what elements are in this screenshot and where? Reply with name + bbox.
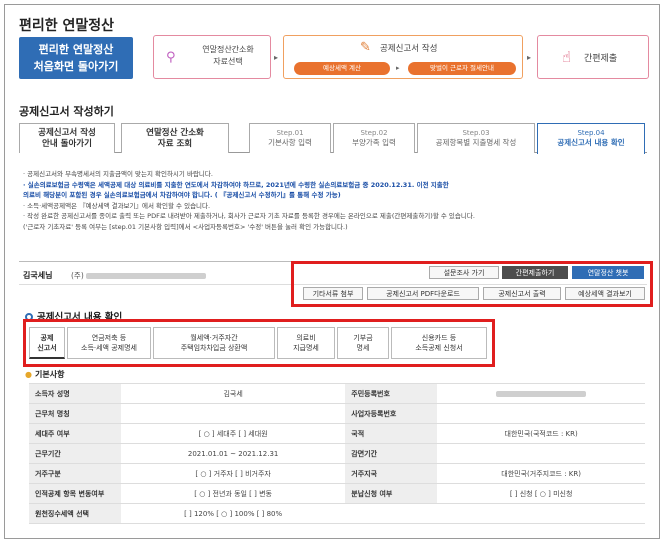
field-label: 인적공제 항목 변동여부: [29, 483, 121, 504]
table-row: 인적공제 항목 변동여부 [ ○ ] 전년과 동일 [ ] 변동 분납신청 여부…: [29, 483, 645, 504]
basic-info-title: ● 기본사항: [25, 369, 64, 380]
tab-back-to-guide[interactable]: 공제신고서 작성 안내 돌아가기: [19, 123, 115, 153]
masked-value: [496, 390, 587, 397]
field-value: [ ] 120% [ ○ ] 100% [ ] 80%: [121, 503, 346, 524]
expected-tax-pill[interactable]: 예상세액 계산: [294, 62, 390, 75]
dot-bullet-icon: ●: [25, 370, 32, 379]
step2-title: 공제신고서 작성: [380, 44, 438, 54]
field-label: 분납신청 여부: [345, 483, 438, 504]
notice-line: · 작성 완료한 공제신고서를 종이로 출력 또는 PDF로 내려받아 제출하거…: [23, 212, 475, 220]
field-value: [ ○ ] 세대주 [ ] 세대원: [121, 423, 346, 444]
tab-step-label: 부양가족 입력: [352, 138, 396, 147]
empty-cell: [345, 503, 438, 524]
app-frame: 편리한 연말정산 편리한 연말정산 처음화면 돌아가기 ⚲ 연말정산간소화 자료…: [4, 4, 660, 539]
step3-title: 간편제출: [584, 54, 618, 64]
tab-line1: 공제신고서 작성: [38, 128, 96, 138]
company-name: (주): [71, 270, 207, 281]
tab-line2: 자료 조회: [157, 139, 193, 149]
tab-step4[interactable]: Step.04 공제신고서 내용 확인: [537, 123, 645, 154]
step-quick-submit[interactable]: ☝ 간편제출: [537, 35, 649, 79]
app-title: 편리한 연말정산: [19, 18, 115, 34]
tab-step-label: 공제신고서 내용 확인: [557, 138, 625, 147]
table-row: 거주구분 [ ○ ] 거주자 [ ] 비거주자 거주지국 대한민국(거주지코드 …: [29, 463, 645, 484]
notice-line-emphasis: 의료비 해당분이 포함된 경우 실손의료보험금에서 차감하여야 합니다. ( 『…: [23, 191, 341, 199]
basic-info-table: 소득자 성명 김국세 주민등록번호 근무처 명칭 사업자등록번호 세대주 여부 …: [29, 383, 645, 524]
table-row: 근무기간 2021.01.01 ~ 2021.12.31 감면기간: [29, 443, 645, 464]
tab-step3[interactable]: Step.03 공제항목별 지출명세 작성: [417, 123, 535, 153]
tab-step-num: Step.04: [577, 129, 605, 137]
field-label: 소득자 성명: [29, 383, 121, 404]
tab-step2[interactable]: Step.02 부양가족 입력: [333, 123, 415, 153]
field-label: 거주구분: [29, 463, 121, 484]
field-label: 거주지국: [345, 463, 438, 484]
tab-step-num: Step.02: [360, 129, 388, 137]
empty-cell: [437, 503, 645, 524]
field-value: 김국세: [121, 383, 346, 404]
field-label: 근무기간: [29, 443, 121, 464]
step1-line2: 자료선택: [213, 57, 243, 66]
pencil-form-icon: ✎: [360, 40, 371, 55]
arrow-right-icon: ▸: [527, 53, 532, 62]
tab-simplified-data[interactable]: 연말정산 간소화 자료 조회: [121, 123, 229, 153]
highlight-box-subtabs: [23, 319, 495, 367]
field-label: 근무처 명칭: [29, 403, 121, 424]
company-prefix: (주): [71, 271, 84, 280]
field-value: 대한민국(거주지코드 : KR): [437, 463, 645, 484]
notice-line: · 공제신고서와 부속명세서의 지출금액이 맞는지 확인하시기 바랍니다.: [23, 170, 213, 178]
field-label: 사업자등록번호: [345, 403, 438, 424]
step-write-form[interactable]: ✎ 공제신고서 작성 예상세액 계산 ▸ 맞벌이 근로자 절세안내: [283, 35, 523, 79]
arrow-right-icon: ▸: [274, 53, 279, 62]
tab-line2: 안내 돌아가기: [42, 139, 92, 149]
basic-info-title-text: 기본사항: [34, 370, 65, 379]
magnifier-icon: ⚲: [166, 50, 176, 65]
field-value: [ ○ ] 거주자 [ ] 비거주자: [121, 463, 346, 484]
arrow-right-icon: ▸: [396, 64, 400, 72]
table-row: 근무처 명칭 사업자등록번호: [29, 403, 645, 424]
step1-line1: 연말정산간소화: [202, 45, 254, 54]
tab-line1: 연말정산 간소화: [146, 128, 204, 138]
table-row: 원천징수세액 선택 [ ] 120% [ ○ ] 100% [ ] 80%: [29, 503, 645, 524]
field-label: 감면기간: [345, 443, 438, 464]
user-name: 김국세님: [23, 271, 53, 280]
tab-step1[interactable]: Step.01 기본사항 입력: [249, 123, 331, 153]
home-button[interactable]: 편리한 연말정산 처음화면 돌아가기: [19, 37, 133, 79]
notice-line: · 소득·세액공제액은 『예상세액 결과보기』에서 확인할 수 있습니다.: [23, 201, 211, 210]
field-label: 원천징수세액 선택: [29, 503, 121, 524]
field-label: 주민등록번호: [345, 383, 438, 404]
form-tabs: 공제신고서 작성 안내 돌아가기 연말정산 간소화 자료 조회 Step.01 …: [19, 123, 647, 154]
notice-box: · 공제신고서와 부속명세서의 지출금액이 맞는지 확인하시기 바랍니다. · …: [23, 169, 643, 232]
pointer-hand-icon: ☝: [562, 48, 572, 66]
table-row: 소득자 성명 김국세 주민등록번호: [29, 383, 645, 404]
home-button-line2: 처음화면 돌아가기: [33, 60, 119, 73]
field-value: [437, 443, 645, 464]
dual-income-pill[interactable]: 맞벌이 근로자 절세안내: [408, 62, 516, 75]
tab-step-label: 공제항목별 지출명세 작성: [435, 138, 517, 147]
field-value: 대한민국(국적코드 : KR): [437, 423, 645, 444]
masked-company: [86, 273, 207, 279]
notice-line-emphasis: · 실손의료보험금 수령액은 세액공제 대상 의료비를 지출한 연도에서 차감하…: [23, 180, 449, 189]
field-value-masked: [437, 383, 645, 404]
section-title: 공제신고서 작성하기: [19, 105, 114, 118]
field-label: 국적: [345, 423, 438, 444]
notice-line: ('근로자 기초자료' 등록 여부는 [step.01 기본사항 입력]에서 <…: [23, 222, 348, 231]
tab-step-label: 기본사항 입력: [268, 138, 312, 147]
field-value: [121, 403, 346, 424]
tab-step-num: Step.03: [462, 129, 490, 137]
table-row: 세대주 여부 [ ○ ] 세대주 [ ] 세대원 국적 대한민국(국적코드 : …: [29, 423, 645, 444]
step-data-select[interactable]: ⚲ 연말정산간소화 자료선택: [153, 35, 271, 79]
highlight-box-toolbar: [291, 261, 653, 307]
field-value: [ ] 신청 [ ○ ] 미신청: [437, 483, 645, 504]
field-label: 세대주 여부: [29, 423, 121, 444]
tab-step-num: Step.01: [276, 129, 304, 137]
field-value: [ ○ ] 전년과 동일 [ ] 변동: [121, 483, 346, 504]
field-value: [437, 403, 645, 424]
home-button-line1: 편리한 연말정산: [38, 43, 114, 56]
field-value: 2021.01.01 ~ 2021.12.31: [121, 443, 346, 464]
